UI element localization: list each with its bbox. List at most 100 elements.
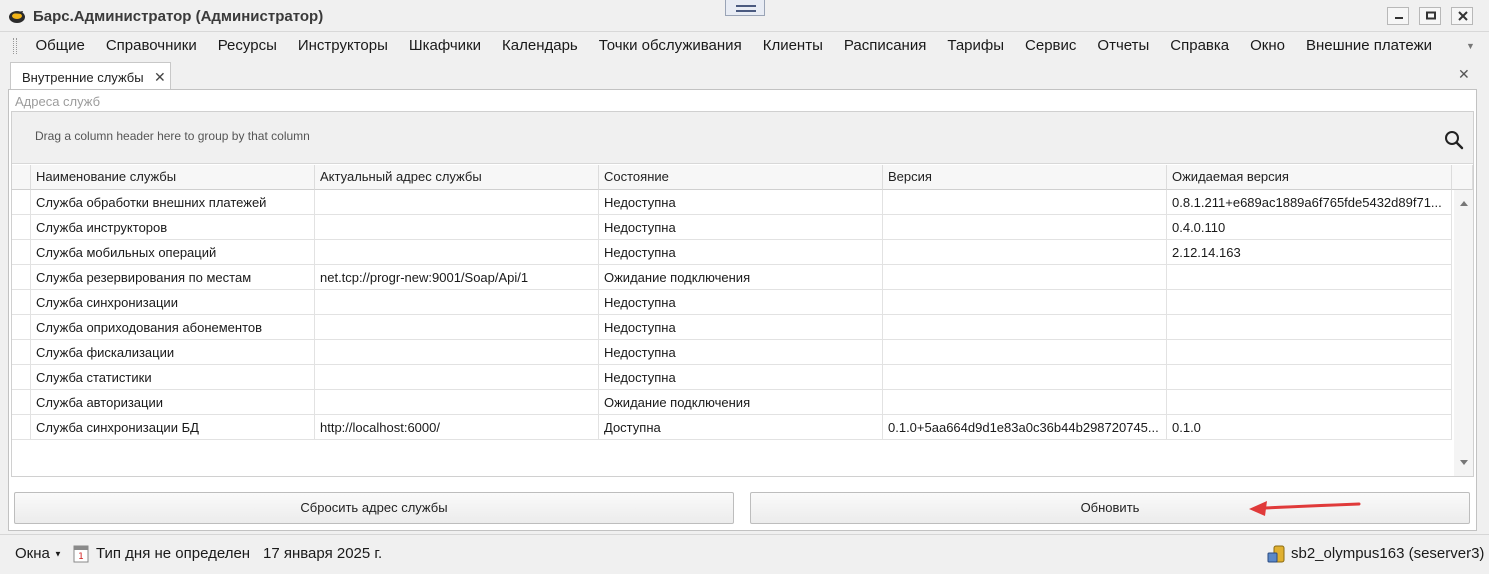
menu-item[interactable]: Сервис <box>1015 32 1087 60</box>
cell-service-name[interactable]: Служба оприходования абонементов <box>31 315 315 340</box>
menu-item[interactable]: Точки обслуживания <box>588 32 752 60</box>
menu-item[interactable]: Расписания <box>833 32 936 60</box>
row-indicator[interactable] <box>12 390 31 415</box>
cell-service-state[interactable]: Недоступна <box>599 290 883 315</box>
cell-expected-version[interactable] <box>1167 340 1452 365</box>
row-indicator[interactable] <box>12 265 31 290</box>
cell-service-state[interactable]: Ожидание подключения <box>599 390 883 415</box>
search-icon[interactable] <box>1444 130 1464 150</box>
cell-service-version[interactable] <box>883 265 1167 290</box>
column-header-service-state[interactable]: Состояние <box>599 165 883 190</box>
row-indicator[interactable] <box>12 365 31 390</box>
cell-service-state[interactable]: Ожидание подключения <box>599 265 883 290</box>
close-all-tabs-icon[interactable]: ✕ <box>1458 66 1470 83</box>
cell-service-version[interactable] <box>883 315 1167 340</box>
table-row[interactable]: Служба статистики Недоступна <box>12 365 1452 390</box>
cell-expected-version[interactable] <box>1167 365 1452 390</box>
cell-service-name[interactable]: Служба синхронизации <box>31 290 315 315</box>
cell-service-name[interactable]: Служба авторизации <box>31 390 315 415</box>
row-indicator[interactable] <box>12 290 31 315</box>
menu-item[interactable]: Окно <box>1240 32 1296 60</box>
maximize-button[interactable] <box>1419 7 1441 25</box>
table-row[interactable]: Служба резервирования по местам net.tcp:/… <box>12 265 1452 290</box>
scroll-down-icon[interactable] <box>1460 460 1468 466</box>
cell-service-address[interactable] <box>315 290 599 315</box>
cell-expected-version[interactable] <box>1167 265 1452 290</box>
row-indicator[interactable] <box>12 215 31 240</box>
tab-close-icon[interactable]: ✕ <box>154 69 166 86</box>
scroll-up-icon[interactable] <box>1460 200 1468 206</box>
cell-expected-version[interactable] <box>1167 390 1452 415</box>
vertical-scrollbar[interactable] <box>1454 190 1473 476</box>
cell-service-name[interactable]: Служба фискализации <box>31 340 315 365</box>
menu-item[interactable]: Календарь <box>492 32 589 60</box>
cell-service-name[interactable]: Служба синхронизации БД <box>31 415 315 440</box>
menu-item[interactable]: Общие <box>25 32 95 60</box>
row-indicator[interactable] <box>12 315 31 340</box>
table-row[interactable]: Служба синхронизации БД http://localhost:… <box>12 415 1452 440</box>
group-by-panel[interactable]: Drag a column header here to group by th… <box>12 112 1473 164</box>
table-row[interactable]: Служба синхронизации Недоступна <box>12 290 1452 315</box>
cell-service-state[interactable]: Доступна <box>599 415 883 440</box>
cell-service-name[interactable]: Служба мобильных операций <box>31 240 315 265</box>
column-header-expected-version[interactable]: Ожидаемая версия <box>1167 165 1452 190</box>
cell-service-state[interactable]: Недоступна <box>599 365 883 390</box>
cell-service-version[interactable] <box>883 365 1167 390</box>
column-header-service-address[interactable]: Актуальный адрес службы <box>315 165 599 190</box>
cell-service-address[interactable] <box>315 315 599 340</box>
cell-service-name[interactable]: Служба обработки внешних платежей <box>31 190 315 215</box>
column-header-service-version[interactable]: Версия <box>883 165 1167 190</box>
cell-expected-version[interactable]: 2.12.14.163 <box>1167 240 1452 265</box>
cell-service-state[interactable]: Недоступна <box>599 215 883 240</box>
menu-item[interactable]: Клиенты <box>752 32 833 60</box>
menu-item[interactable]: Справочники <box>95 32 207 60</box>
cell-expected-version[interactable]: 0.4.0.110 <box>1167 215 1452 240</box>
cell-service-version[interactable] <box>883 390 1167 415</box>
table-row[interactable]: Служба авторизации Ожидание подключения <box>12 390 1452 415</box>
cell-expected-version[interactable] <box>1167 290 1452 315</box>
row-indicator[interactable] <box>12 240 31 265</box>
cell-service-name[interactable]: Служба статистики <box>31 365 315 390</box>
row-indicator[interactable] <box>12 415 31 440</box>
close-window-button[interactable] <box>1451 7 1473 25</box>
cell-expected-version[interactable]: 0.1.0 <box>1167 415 1452 440</box>
cell-service-address[interactable]: http://localhost:6000/ <box>315 415 599 440</box>
cell-service-address[interactable] <box>315 190 599 215</box>
cell-service-name[interactable]: Служба инструкторов <box>31 215 315 240</box>
menu-item[interactable]: Ресурсы <box>207 32 287 60</box>
cell-service-version[interactable] <box>883 240 1167 265</box>
cell-service-name[interactable]: Служба резервирования по местам <box>31 265 315 290</box>
table-row[interactable]: Служба оприходования абонементов Недоступ… <box>12 315 1452 340</box>
tab-internal-services[interactable]: Внутренние службы ✕ <box>10 62 171 91</box>
cell-service-state[interactable]: Недоступна <box>599 240 883 265</box>
cell-service-address[interactable] <box>315 215 599 240</box>
cell-service-address[interactable] <box>315 340 599 365</box>
cell-service-version[interactable] <box>883 340 1167 365</box>
column-header-service-name[interactable]: Наименование службы <box>31 165 315 190</box>
cell-service-version[interactable] <box>883 290 1167 315</box>
menu-item[interactable]: Внешние платежи <box>1295 32 1442 60</box>
cell-service-version[interactable] <box>883 190 1167 215</box>
table-row[interactable]: Служба обработки внешних платежей Недосту… <box>12 190 1452 215</box>
menu-item[interactable]: Отчеты <box>1087 32 1160 60</box>
windows-dropdown[interactable]: Окна ▼ <box>15 545 62 562</box>
minimize-button[interactable] <box>1387 7 1409 25</box>
menu-item[interactable]: Тарифы <box>937 32 1015 60</box>
cell-expected-version[interactable]: 0.8.1.211+e689ac1889a6f765fde5432d89f71.… <box>1167 190 1452 215</box>
cell-service-state[interactable]: Недоступна <box>599 190 883 215</box>
table-row[interactable]: Служба инструкторов Недоступна 0.4.0.110 <box>12 215 1452 240</box>
menu-overflow-icon[interactable]: ▼ <box>1466 41 1475 51</box>
cell-expected-version[interactable] <box>1167 315 1452 340</box>
cell-service-version[interactable] <box>883 215 1167 240</box>
cell-service-version[interactable]: 0.1.0+5aa664d9d1e83a0c36b44b298720745... <box>883 415 1167 440</box>
cell-service-state[interactable]: Недоступна <box>599 340 883 365</box>
cell-service-address[interactable] <box>315 365 599 390</box>
cell-service-state[interactable]: Недоступна <box>599 315 883 340</box>
table-row[interactable]: Служба мобильных операций Недоступна 2.12.… <box>12 240 1452 265</box>
row-indicator[interactable] <box>12 340 31 365</box>
row-indicator[interactable] <box>12 190 31 215</box>
table-row[interactable]: Служба фискализации Недоступна <box>12 340 1452 365</box>
reset-address-button[interactable]: Сбросить адрес службы <box>14 492 734 524</box>
ribbon-toggle-button[interactable] <box>725 0 765 16</box>
cell-service-address[interactable] <box>315 390 599 415</box>
